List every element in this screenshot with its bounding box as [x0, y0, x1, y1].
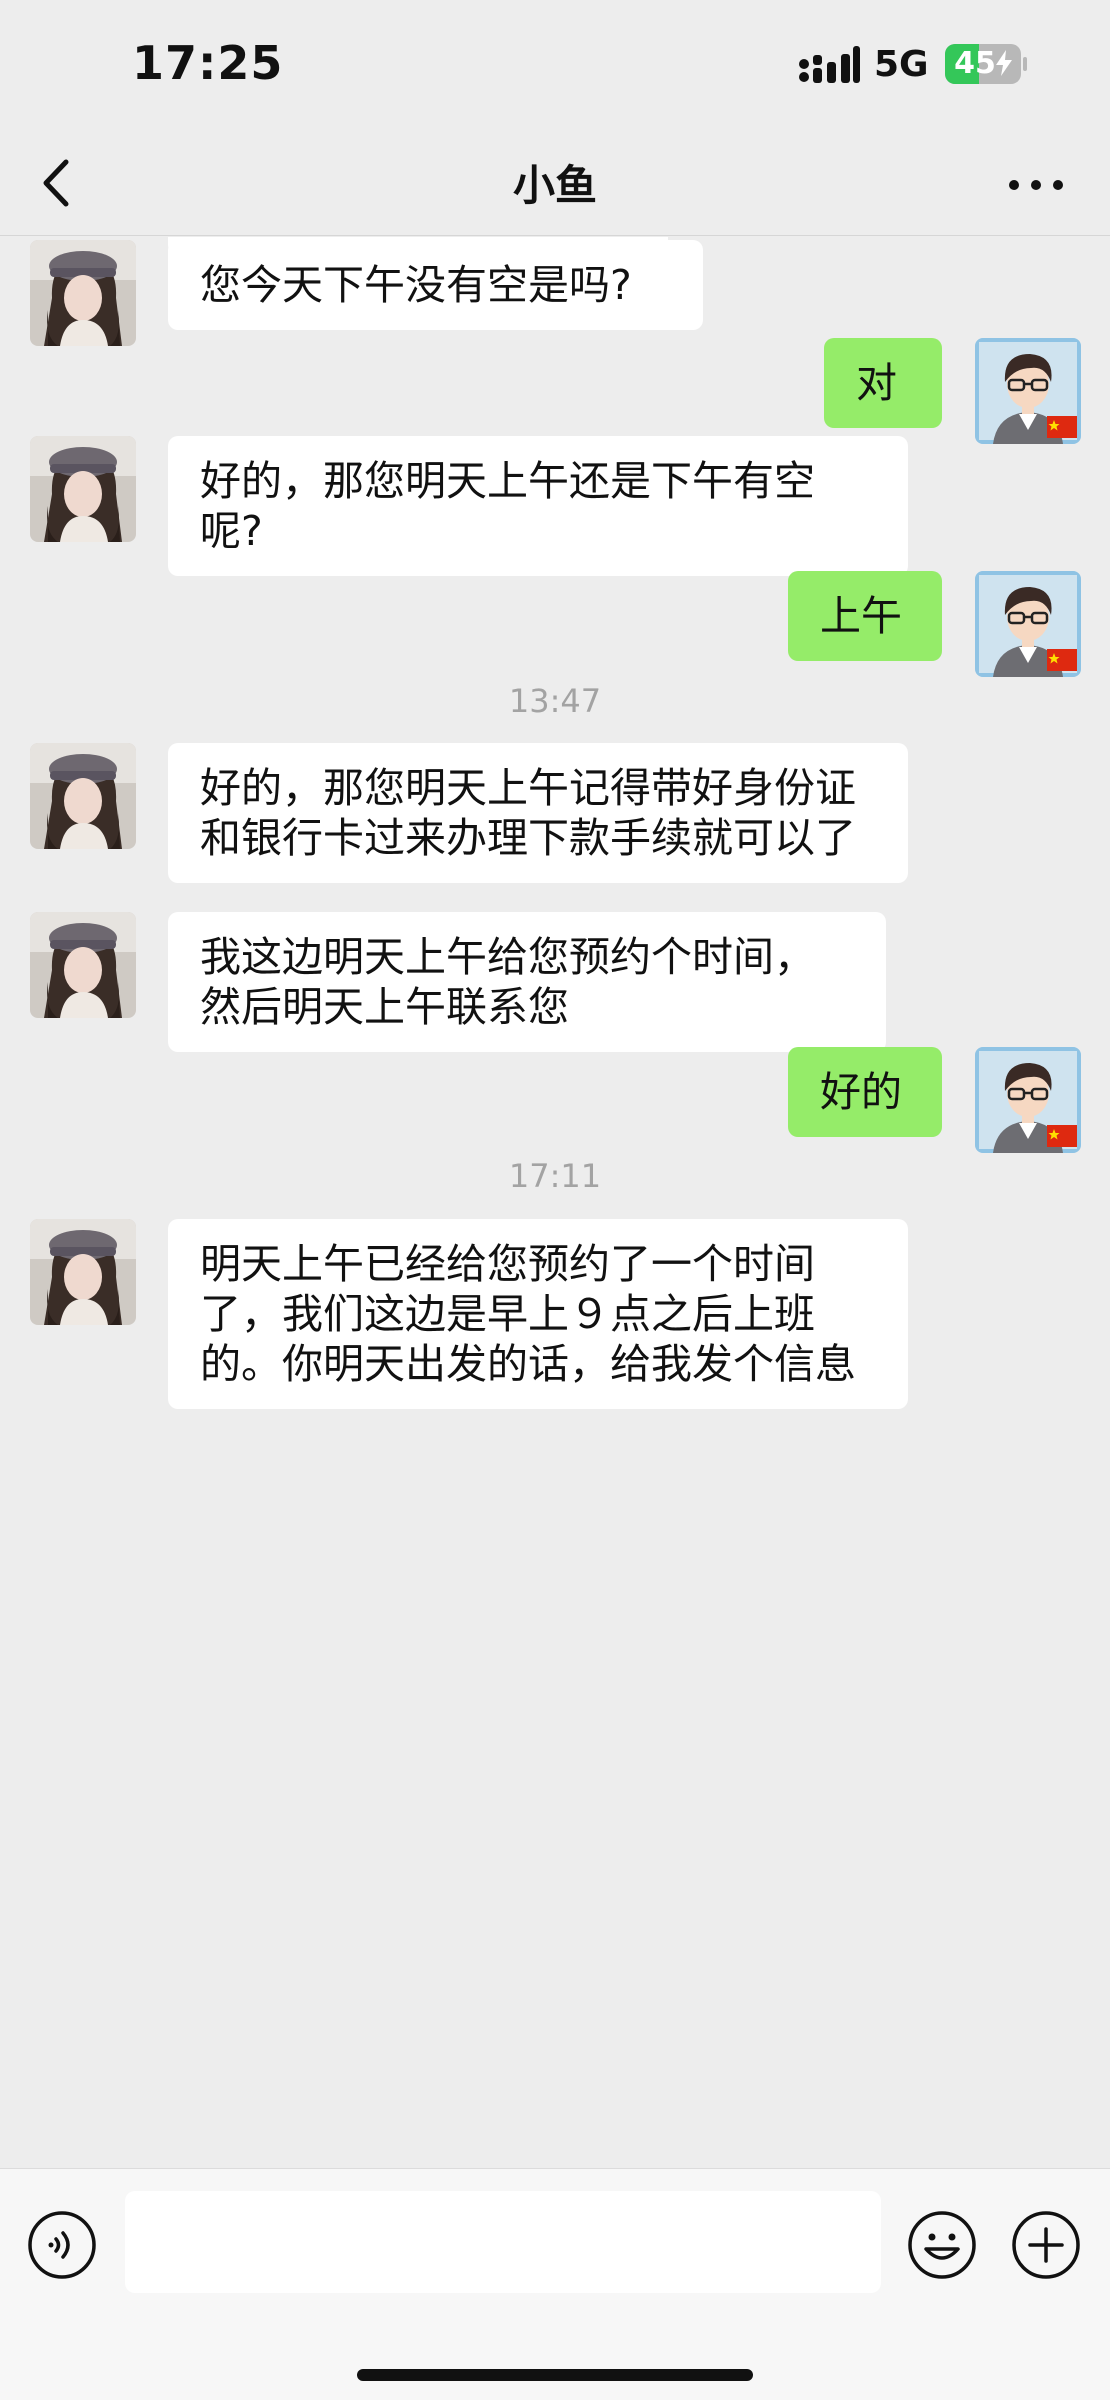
message-input[interactable]: [125, 2191, 881, 2293]
status-time: 17:25: [132, 36, 284, 90]
contact-avatar[interactable]: [30, 240, 136, 346]
contact-avatar[interactable]: [30, 743, 136, 849]
nav-bar: 小鱼: [0, 130, 1110, 236]
contact-avatar[interactable]: [30, 1219, 136, 1325]
battery-percent: 45: [945, 44, 1021, 84]
outgoing-message-bubble[interactable]: 好的: [788, 1047, 942, 1137]
incoming-message-bubble[interactable]: 好的，那您明天上午还是下午有空呢?: [168, 436, 908, 576]
message-list[interactable]: 今天就可以办理到账的 您今天下午没有空是吗? 对 好的，那您明天: [0, 237, 1110, 2167]
chat-title: 小鱼: [512, 161, 597, 210]
status-bar: 17:25 5G 45: [0, 0, 1110, 130]
incoming-message-bubble[interactable]: 好的，那您明天上午记得带好身份证和银行卡过来办理下款手续就可以了: [168, 743, 908, 883]
my-avatar[interactable]: [975, 571, 1081, 677]
outgoing-message-bubble[interactable]: 上午: [788, 571, 942, 661]
outgoing-message-bubble[interactable]: 对: [824, 338, 942, 428]
home-indicator: [357, 2369, 753, 2381]
timestamp: 17:11: [508, 1157, 602, 1195]
contact-avatar[interactable]: [30, 436, 136, 542]
back-chevron-icon[interactable]: [30, 150, 90, 216]
battery-icon: 45: [945, 44, 1027, 84]
emoji-icon[interactable]: [906, 2209, 978, 2281]
charging-bolt-icon: [995, 50, 1012, 76]
network-type: 5G: [874, 44, 929, 85]
more-dots-icon[interactable]: [1000, 160, 1070, 210]
incoming-message-bubble[interactable]: 我这边明天上午给您预约个时间，然后明天上午联系您: [168, 912, 886, 1052]
contact-avatar[interactable]: [30, 912, 136, 1018]
signal-strength-icon: [799, 46, 860, 83]
my-avatar[interactable]: [975, 1047, 1081, 1153]
timestamp: 13:47: [508, 682, 602, 720]
incoming-message-bubble[interactable]: 您今天下午没有空是吗?: [168, 240, 703, 330]
incoming-message-bubble[interactable]: 明天上午已经给您预约了一个时间了，我们这边是早上９点之后上班的。你明天出发的话，…: [168, 1219, 908, 1409]
my-avatar[interactable]: [975, 338, 1081, 444]
input-bar: [0, 2168, 1110, 2400]
plus-icon[interactable]: [1010, 2209, 1082, 2281]
voice-icon[interactable]: [26, 2209, 98, 2281]
